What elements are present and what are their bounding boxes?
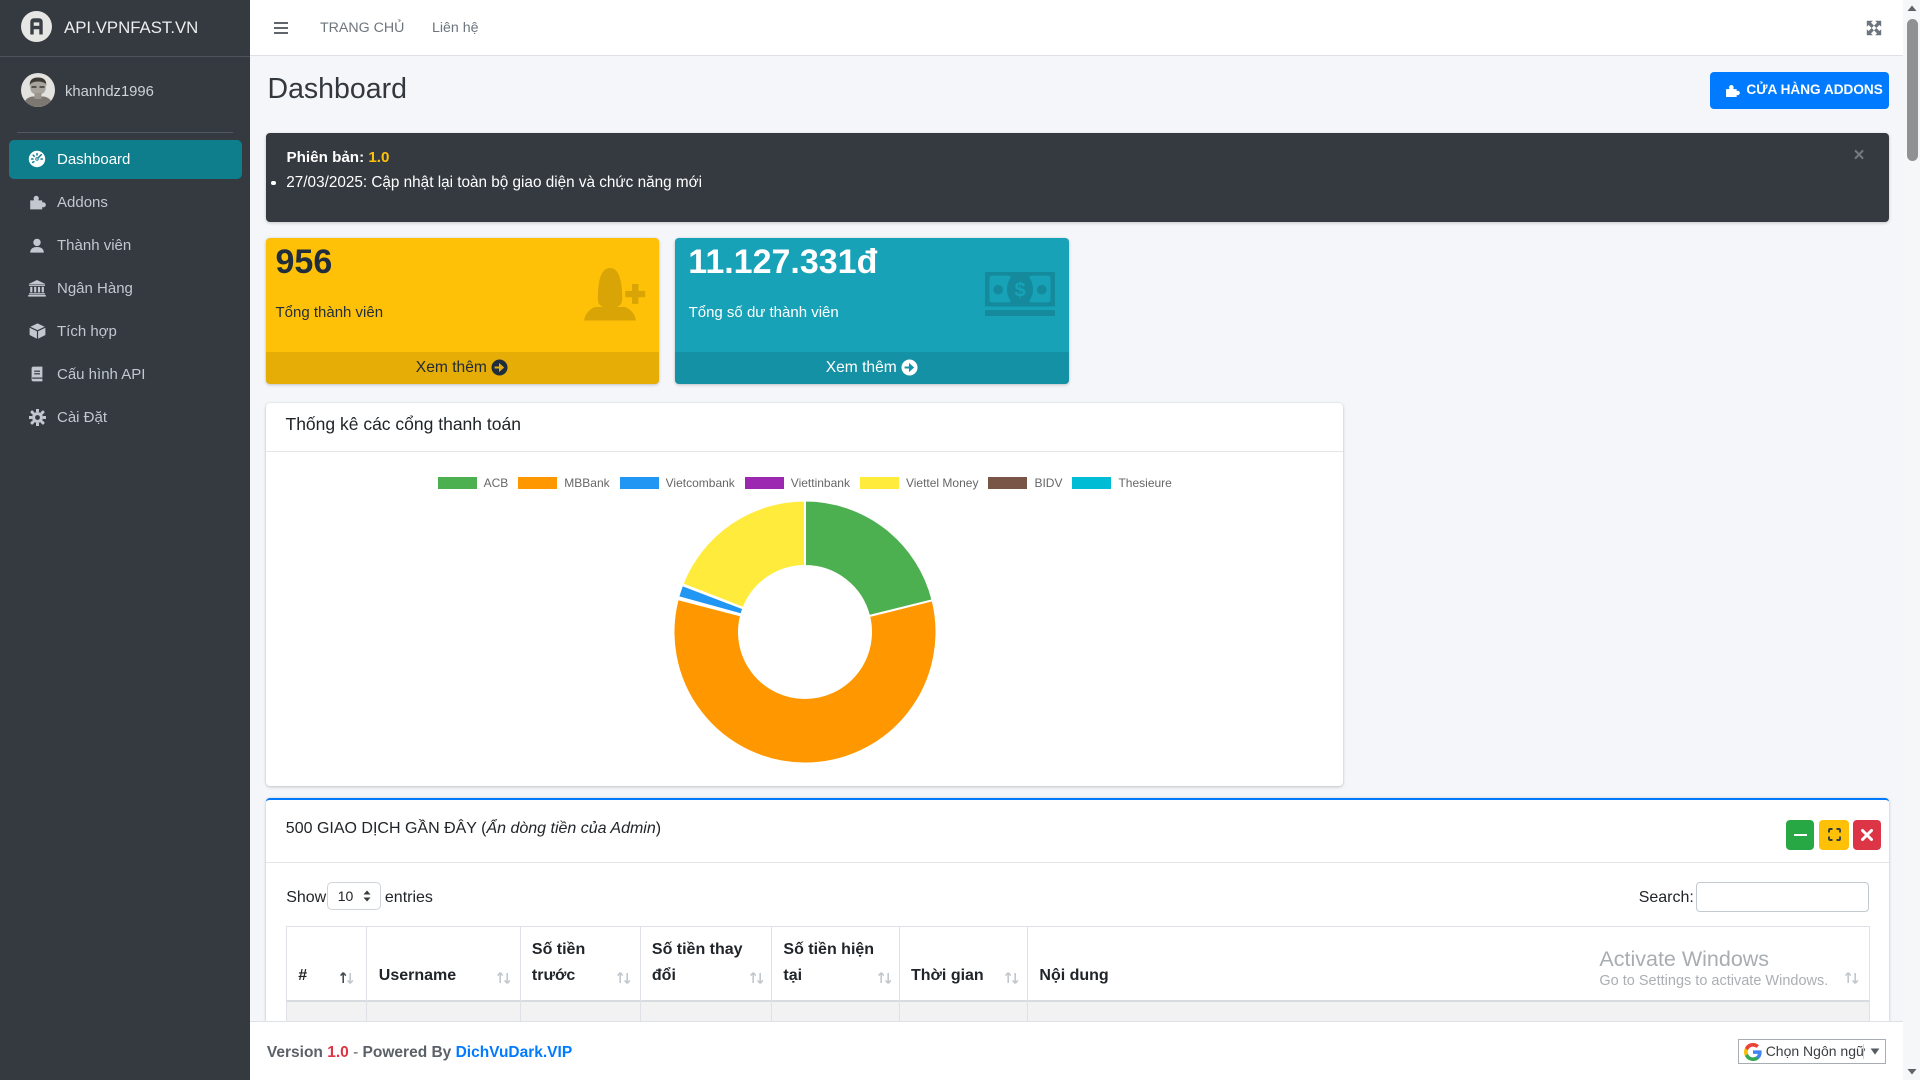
svg-text:$: $	[1014, 280, 1025, 302]
